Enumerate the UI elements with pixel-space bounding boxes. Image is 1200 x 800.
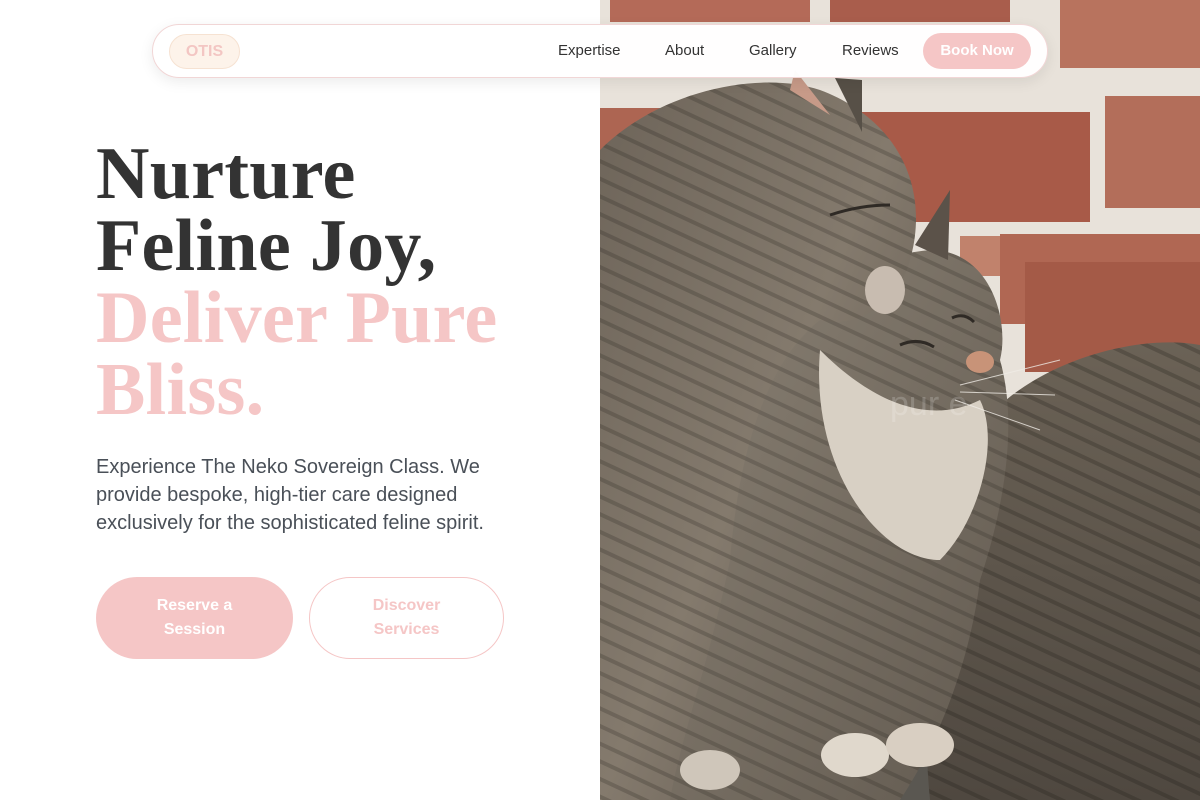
hero-image: pur e xyxy=(600,0,1200,800)
hero-headline: Nurture Feline Joy, Deliver Pure Bliss. xyxy=(96,133,596,431)
headline-line-3: Deliver Pure xyxy=(96,277,498,359)
logo[interactable]: OTIS xyxy=(169,34,240,69)
headline-line-1: Nurture xyxy=(96,133,356,215)
reserve-session-button[interactable]: Reserve a Session xyxy=(96,577,293,659)
nav-link-reviews[interactable]: Reviews xyxy=(842,25,899,77)
headline-line-2: Feline Joy, xyxy=(96,205,437,287)
headline-line-4: Bliss. xyxy=(96,349,265,431)
nav-link-expertise[interactable]: Expertise xyxy=(558,25,621,77)
watermark: pur e xyxy=(890,385,968,423)
nav-link-gallery[interactable]: Gallery xyxy=(749,25,797,77)
navbar: OTIS Expertise About Gallery Reviews Boo… xyxy=(152,24,1048,78)
hero-subtext: Experience The Neko Sovereign Class. We … xyxy=(96,456,484,534)
nav-link-about[interactable]: About xyxy=(665,25,704,77)
book-now-button[interactable]: Book Now xyxy=(923,33,1031,69)
cats-photo: pur e xyxy=(600,0,1200,800)
discover-services-button[interactable]: Discover Services xyxy=(309,577,504,659)
